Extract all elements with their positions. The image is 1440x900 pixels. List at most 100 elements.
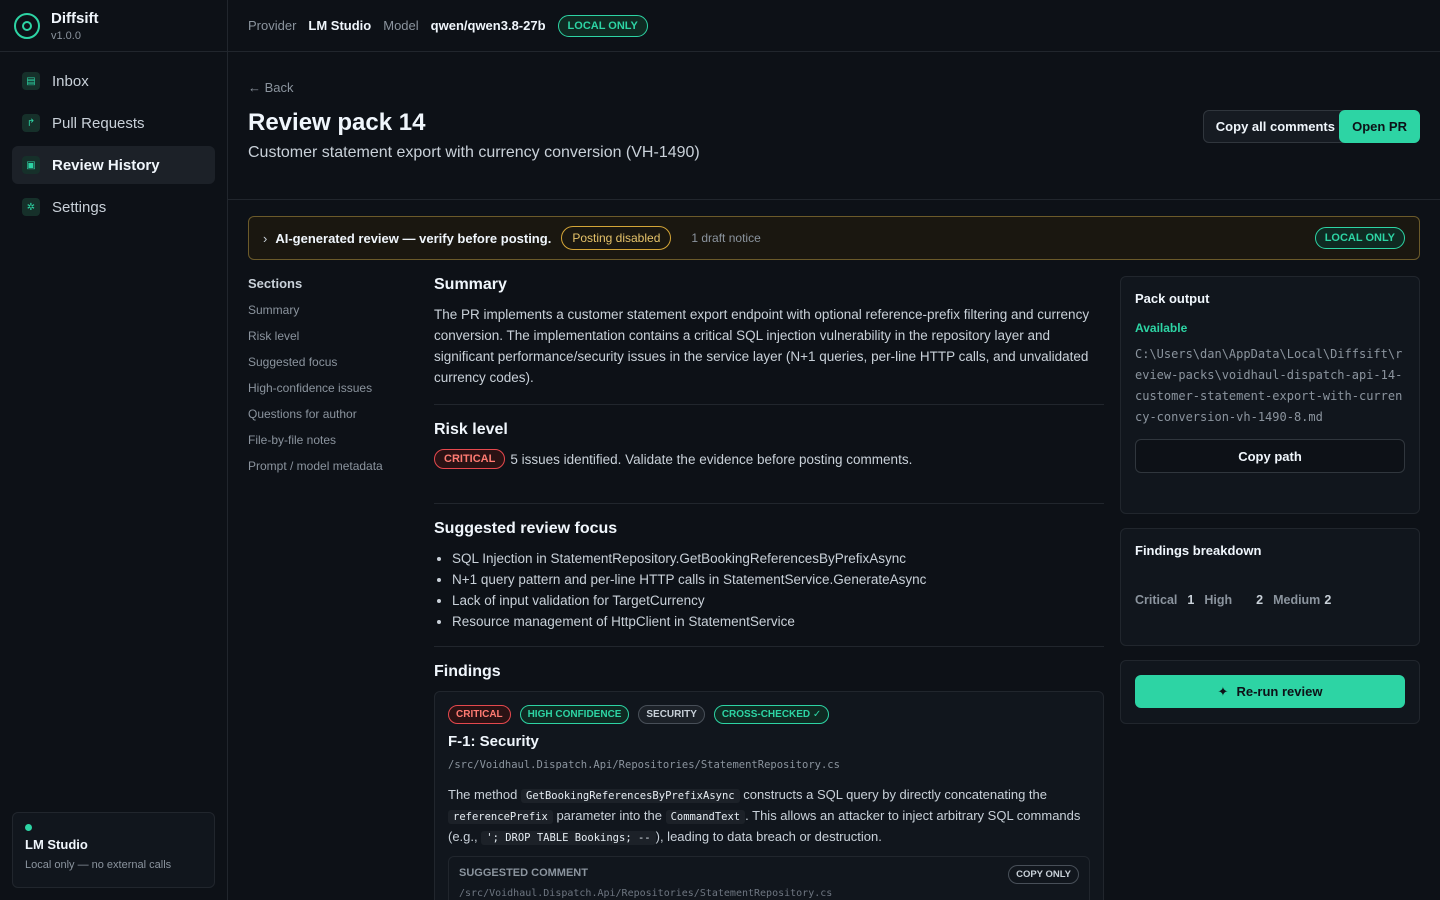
focus-section: Suggested review focus SQL Injection in … <box>434 520 1104 647</box>
risk-text: 5 issues identified. Validate the eviden… <box>510 451 913 467</box>
sidebar-item-label: Pull Requests <box>52 114 145 132</box>
history-icon: ▣ <box>22 156 40 174</box>
sidebar-nav: ▤ Inbox ↱ Pull Requests ▣ Review History… <box>0 52 227 240</box>
page-subtitle: Customer statement export with currency … <box>248 144 700 161</box>
local-only-badge: LOCAL ONLY <box>557 14 648 37</box>
gear-icon: ✲ <box>22 198 40 216</box>
toc-item-summary[interactable]: Summary <box>248 303 418 317</box>
local-only-badge: LOCAL ONLY <box>1314 227 1405 249</box>
copy-all-comments-button[interactable]: Copy all comments <box>1202 110 1348 143</box>
list-item: N+1 query pattern and per-line HTTP call… <box>434 569 1104 590</box>
summary-text: The PR implements a customer statement e… <box>434 307 1090 385</box>
focus-heading: Suggested review focus <box>434 520 618 537</box>
critical-label: Critical <box>1135 593 1178 607</box>
confidence-badge: HIGH CONFIDENCE <box>519 705 630 724</box>
sidebar-item-review-history[interactable]: ▣ Review History <box>12 146 215 184</box>
medium-label: Medium <box>1273 593 1321 607</box>
suggested-comment-path: /src/Voidhaul.Dispatch.Api/Repositories/… <box>459 888 833 899</box>
finding-file-path: /src/Voidhaul.Dispatch.Api/Repositories/… <box>448 759 840 771</box>
provider-name: LM Studio <box>25 837 88 852</box>
sidebar-item-label: Review History <box>52 156 160 174</box>
provider-label: Provider <box>248 18 297 33</box>
risk-heading: Risk level <box>434 421 508 438</box>
toc-item-metadata[interactable]: Prompt / model metadata <box>248 459 418 473</box>
text: parameter into the <box>556 808 662 823</box>
toc-item-high-confidence[interactable]: High-confidence issues <box>248 381 418 395</box>
text: constructs a SQL query by directly conca… <box>743 787 1047 802</box>
sidebar-item-inbox[interactable]: ▤ Inbox <box>12 62 215 100</box>
app-name: Diffsift <box>51 9 99 27</box>
status-dot-icon <box>25 824 32 831</box>
app-version: v1.0.0 <box>51 29 81 42</box>
page-header: ← Back Review pack 14 Customer statement… <box>228 52 1440 200</box>
pack-output-status: Available <box>1135 321 1188 335</box>
critical-count: 1 <box>1187 593 1195 607</box>
findings-breakdown-title: Findings breakdown <box>1135 543 1262 558</box>
suggested-comment-label: SUGGESTED COMMENT <box>459 867 588 879</box>
risk-badge: CRITICAL <box>434 449 506 469</box>
risk-section: Risk level CRITICAL 5 issues identified.… <box>434 421 1104 504</box>
high-count: 2 <box>1256 593 1264 607</box>
toc-item-suggested-focus[interactable]: Suggested focus <box>248 355 418 369</box>
copy-only-badge: COPY ONLY <box>1008 865 1079 884</box>
open-pr-button[interactable]: Open PR <box>1339 110 1420 143</box>
provider-subtitle: Local only — no external calls <box>25 859 172 871</box>
pack-output-path: C:\Users\dan\AppData\Local\Diffsift\revi… <box>1135 347 1403 424</box>
rerun-review-button[interactable]: ✦ Re-run review <box>1135 675 1405 708</box>
inbox-icon: ▤ <box>22 72 40 90</box>
sidebar-item-label: Inbox <box>52 72 89 90</box>
findings-heading: Findings <box>434 663 501 680</box>
sidebar-item-pull-requests[interactable]: ↱ Pull Requests <box>12 104 215 142</box>
cross-checked-badge: CROSS-CHECKED ✓ <box>713 705 830 724</box>
topbar: Provider LM Studio Model qwen/qwen3.8-27… <box>228 0 1440 52</box>
inline-code: GetBookingReferencesByPrefixAsync <box>521 789 740 803</box>
sections-nav: Sections Summary Risk level Suggested fo… <box>248 276 418 485</box>
rerun-label: Re-run review <box>1236 684 1323 699</box>
high-label: High <box>1204 593 1233 607</box>
model-value: qwen/qwen3.8-27b <box>430 18 546 33</box>
severity-badge: CRITICAL <box>448 705 511 724</box>
toc-item-risk-level[interactable]: Risk level <box>248 329 418 343</box>
list-item: Lack of input validation for TargetCurre… <box>434 590 1104 611</box>
inline-code: '; DROP TABLE Bookings; -- <box>481 831 656 845</box>
text: ), leading to data breach or destruction… <box>655 829 882 844</box>
sections-title: Sections <box>248 276 303 291</box>
suggested-comment: SUGGESTED COMMENT COPY ONLY /src/Voidhau… <box>448 856 1090 900</box>
pull-request-icon: ↱ <box>22 114 40 132</box>
pack-output-panel: Pack output Available C:\Users\dan\AppDa… <box>1120 276 1420 514</box>
findings-section: Findings CRITICAL HIGH CONFIDENCE SECURI… <box>434 663 1104 900</box>
category-badge: SECURITY <box>638 705 705 724</box>
sidebar-item-settings[interactable]: ✲ Settings <box>12 188 215 226</box>
inline-code: CommandText <box>665 810 746 824</box>
inline-code: referencePrefix <box>448 810 553 824</box>
medium-count: 2 <box>1324 593 1332 607</box>
text: The method <box>448 787 518 802</box>
list-item: SQL Injection in StatementRepository.Get… <box>434 548 1104 569</box>
chevron-right-icon: › <box>263 230 268 246</box>
finding-description: The method GetBookingReferencesByPrefixA… <box>448 785 1090 848</box>
findings-breakdown-panel: Findings breakdown Critical 1 High 2 Med… <box>1120 528 1420 646</box>
banner-text: AI-generated review — verify before post… <box>275 230 552 246</box>
list-item: Resource management of HttpClient in Sta… <box>434 611 1104 632</box>
back-link[interactable]: ← Back <box>248 80 1420 95</box>
rerun-panel: ✦ Re-run review <box>1120 660 1420 724</box>
finding-card: CRITICAL HIGH CONFIDENCE SECURITY CROSS-… <box>434 691 1104 900</box>
copy-path-button[interactable]: Copy path <box>1135 439 1405 473</box>
model-label: Model <box>383 18 419 33</box>
toc-item-file-notes[interactable]: File-by-file notes <box>248 433 418 447</box>
toc-item-questions[interactable]: Questions for author <box>248 407 418 421</box>
finding-title: F-1: Security <box>448 733 539 750</box>
posting-disabled-badge: Posting disabled <box>561 226 672 250</box>
provider-status-card: LM Studio Local only — no external calls <box>12 812 215 888</box>
ai-review-banner[interactable]: › AI-generated review — verify before po… <box>248 216 1420 260</box>
sidebar-item-label: Settings <box>52 198 107 216</box>
sidebar: Diffsift v1.0.0 ▤ Inbox ↱ Pull Requests … <box>0 0 228 900</box>
pack-output-title: Pack output <box>1135 291 1210 306</box>
summary-section: Summary The PR implements a customer sta… <box>434 276 1104 405</box>
summary-heading: Summary <box>434 276 507 293</box>
review-content: Summary The PR implements a customer sta… <box>434 276 1104 900</box>
provider-value: LM Studio <box>308 18 372 33</box>
draft-notice-count: 1 draft notice <box>691 231 761 245</box>
main: ← Back Review pack 14 Customer statement… <box>228 52 1440 900</box>
brand: Diffsift v1.0.0 <box>0 0 227 52</box>
